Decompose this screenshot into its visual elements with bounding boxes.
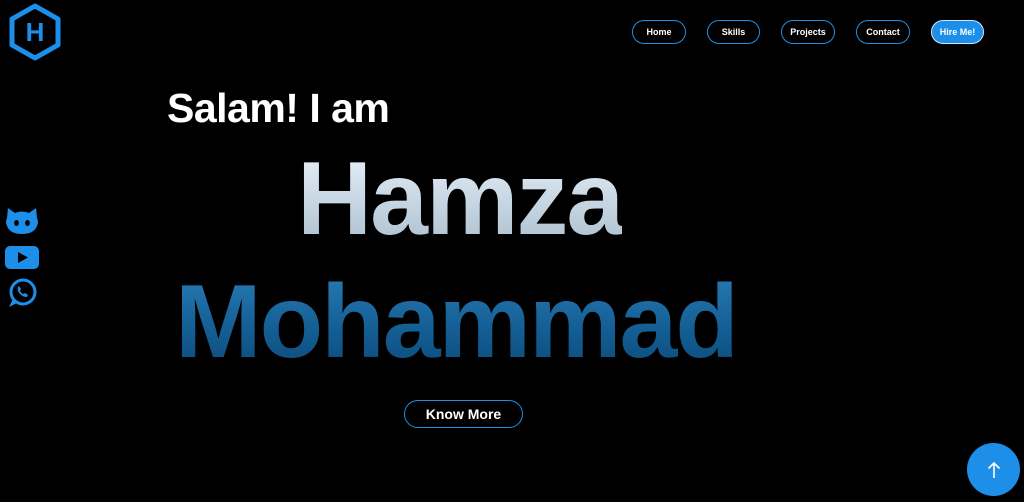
scroll-to-top-button[interactable] bbox=[967, 443, 1020, 496]
github-icon[interactable] bbox=[4, 204, 40, 236]
page: H Home Skills Projects Contact Hire Me! bbox=[0, 0, 1024, 502]
whatsapp-icon[interactable] bbox=[4, 277, 40, 309]
hire-me-button[interactable]: Hire Me! bbox=[931, 20, 984, 44]
site-logo[interactable]: H bbox=[8, 3, 62, 61]
hero-greeting: Salam! I am bbox=[167, 85, 390, 131]
youtube-icon[interactable] bbox=[4, 241, 40, 273]
hero-first-name: Hamza bbox=[297, 141, 624, 257]
main-nav: Home Skills Projects Contact Hire Me! bbox=[632, 20, 984, 44]
know-more-button[interactable]: Know More bbox=[404, 400, 523, 428]
nav-skills-button[interactable]: Skills bbox=[707, 20, 760, 44]
nav-contact-button[interactable]: Contact bbox=[856, 20, 910, 44]
arrow-up-icon bbox=[987, 461, 1000, 478]
hexagon-logo-icon: H bbox=[9, 3, 61, 61]
nav-projects-button[interactable]: Projects bbox=[781, 20, 835, 44]
nav-home-button[interactable]: Home bbox=[632, 20, 686, 44]
hero-last-name: Mohammad bbox=[175, 264, 739, 380]
logo-letter: H bbox=[26, 17, 45, 47]
